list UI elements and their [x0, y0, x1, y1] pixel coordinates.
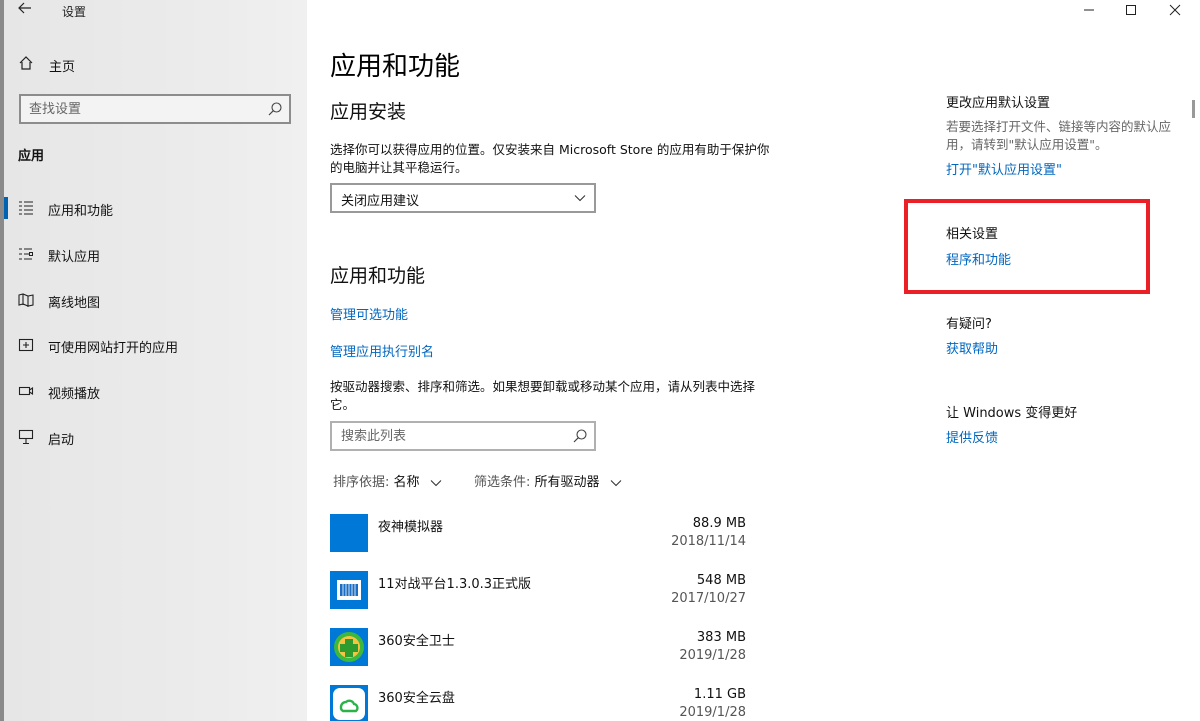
apps-heading: 应用和功能 [330, 265, 426, 287]
app-date: 2017/10/27 [671, 591, 746, 606]
chevron-down-icon [574, 195, 586, 202]
minimize-icon [1084, 9, 1094, 11]
sidebar-item-offline-maps[interactable]: 离线地图 [0, 282, 307, 318]
app-size: 548 MB [696, 573, 746, 588]
scrollbar-thumb[interactable] [1192, 100, 1195, 118]
default-settings-description: 若要选择打开文件、链接等内容的默认应用，请转到"默认应用设置"。 [946, 119, 1172, 152]
sidebar: 设置 主页 应用 应用和功能 默认应用 离线地图 可使用网站打开的应用 视频播放… [0, 0, 307, 721]
sidebar-item-startup[interactable]: 启动 [0, 419, 307, 455]
app-name: 夜神模拟器 [378, 520, 444, 535]
manage-optional-features-link[interactable]: 管理可选功能 [330, 304, 408, 323]
sort-key: 排序依据: [333, 475, 390, 490]
sidebar-item-apps-for-websites[interactable]: 可使用网站打开的应用 [0, 327, 307, 363]
close-button[interactable] [1152, 0, 1198, 22]
programs-and-features-link[interactable]: 程序和功能 [946, 249, 1011, 268]
sidebar-item-label: 应用和功能 [48, 204, 114, 219]
sidebar-item-label: 离线地图 [48, 296, 101, 311]
title-bar: 设置 [0, 0, 307, 22]
chevron-down-icon [610, 479, 622, 486]
search-icon[interactable] [267, 101, 283, 117]
settings-search[interactable] [19, 94, 291, 124]
home-label: 主页 [49, 60, 76, 75]
sidebar-item-label: 默认应用 [48, 250, 101, 265]
sidebar-item-video-playback[interactable]: 视频播放 [0, 373, 307, 409]
sidebar-item-apps-features[interactable]: 应用和功能 [0, 190, 307, 226]
app-name: 360安全卫士 [378, 634, 455, 649]
filter-value: 所有驱动器 [534, 475, 600, 490]
default-settings-heading: 更改应用默认设置 [946, 96, 1051, 111]
11-platform-icon [330, 571, 368, 609]
default-apps-icon [19, 248, 33, 260]
app-list-item[interactable]: 360安全卫士 383 MB 2019/1/28 [330, 628, 750, 680]
maximize-icon [1126, 5, 1136, 15]
maximize-button[interactable] [1108, 0, 1154, 22]
app-name: 360安全云盘 [378, 691, 455, 706]
app-name: 11对战平台1.3.0.3正式版 [378, 577, 532, 592]
360-security-icon [330, 628, 368, 666]
video-playback-icon [18, 386, 34, 396]
highlight-annotation [904, 199, 1150, 294]
app-date: 2018/11/14 [671, 534, 746, 549]
window-title: 设置 [62, 5, 87, 19]
install-description: 选择你可以获得应用的位置。仅安装来自 Microsoft Store 的应用有助… [330, 142, 770, 175]
sort-dropdown[interactable]: 排序依据: 名称 [333, 471, 442, 490]
back-arrow-icon [18, 2, 31, 14]
apps-for-websites-icon [18, 338, 34, 352]
app-list-item[interactable]: 11对战平台1.3.0.3正式版 548 MB 2017/10/27 [330, 571, 750, 623]
app-size: 88.9 MB [692, 516, 746, 531]
minimize-button[interactable] [1066, 0, 1112, 22]
offline-maps-icon [18, 293, 34, 307]
back-button[interactable] [14, 1, 36, 19]
sidebar-item-label: 启动 [48, 433, 75, 448]
install-heading: 应用安装 [330, 101, 407, 123]
sort-value: 名称 [393, 475, 420, 490]
360-cloud-icon [330, 685, 368, 721]
search-icon[interactable] [572, 428, 588, 444]
settings-search-input[interactable] [21, 96, 261, 122]
app-list-search[interactable] [330, 421, 596, 451]
improve-windows-heading: 让 Windows 变得更好 [946, 406, 1078, 421]
app-size: 383 MB [696, 630, 746, 645]
get-help-link[interactable]: 获取帮助 [946, 338, 998, 357]
app-list-search-input[interactable] [332, 423, 568, 449]
close-icon [1169, 4, 1181, 16]
sidebar-item-label: 可使用网站打开的应用 [48, 341, 179, 356]
give-feedback-link[interactable]: 提供反馈 [946, 427, 998, 446]
dropdown-value: 关闭应用建议 [341, 194, 420, 209]
related-settings-heading: 相关设置 [946, 227, 999, 242]
sidebar-item-default-apps[interactable]: 默认应用 [0, 236, 307, 272]
app-date: 2019/1/28 [679, 648, 746, 663]
app-list-item[interactable]: 夜神模拟器 88.9 MB 2018/11/14 [330, 514, 750, 566]
startup-icon [18, 429, 34, 445]
sidebar-home[interactable]: 主页 [0, 50, 307, 78]
active-indicator [4, 197, 8, 219]
apps-description: 按驱动器搜索、排序和筛选。如果想要卸载或移动某个应用，请从列表中选择它。 [330, 379, 756, 412]
open-default-apps-link[interactable]: 打开"默认应用设置" [946, 159, 1062, 178]
home-icon [19, 56, 33, 70]
manage-app-aliases-link[interactable]: 管理应用执行别名 [330, 341, 434, 360]
page-title: 应用和功能 [330, 52, 461, 82]
chevron-down-icon [430, 479, 442, 486]
sidebar-item-label: 视频播放 [48, 387, 101, 402]
question-heading: 有疑问? [946, 317, 992, 332]
sidebar-section-label: 应用 [18, 149, 45, 164]
apps-features-icon [19, 201, 33, 215]
app-size: 1.11 GB [693, 687, 746, 702]
filter-key: 筛选条件: [474, 475, 531, 490]
filter-dropdown[interactable]: 筛选条件: 所有驱动器 [474, 471, 622, 490]
nox-emulator-icon [330, 514, 368, 552]
app-date: 2019/1/28 [679, 705, 746, 720]
app-list-item[interactable]: 360安全云盘 1.11 GB 2019/1/28 [330, 685, 750, 721]
app-install-dropdown[interactable]: 关闭应用建议 [330, 183, 596, 213]
